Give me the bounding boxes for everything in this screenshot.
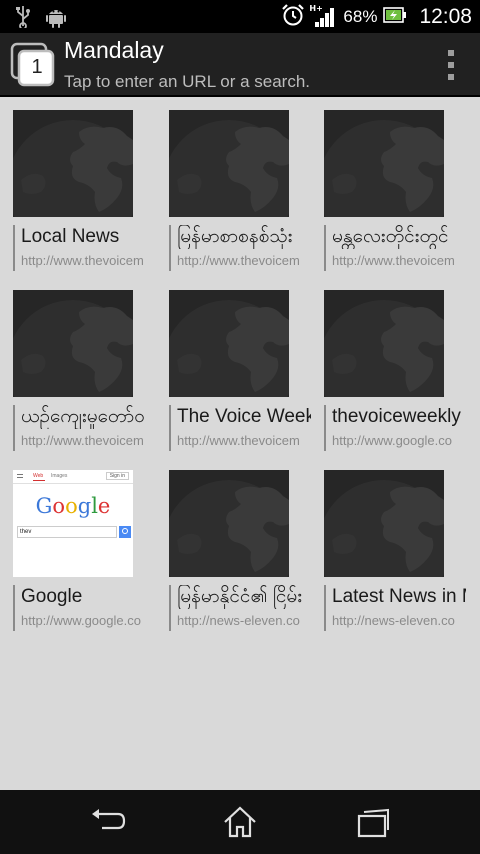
tab-count: 1 xyxy=(31,56,43,78)
bookmark-tile[interactable]: Local News http://www.thevoicem xyxy=(13,98,155,271)
bookmark-title: ယဉ်ကျေးမှုတော်ဝ xyxy=(21,406,145,427)
globe-icon xyxy=(169,300,289,397)
bookmark-url: http://www.thevoicem xyxy=(177,433,300,448)
bookmark-title: မြန်မာနိုင်ငံ၏ ငြိမ်း xyxy=(177,586,303,607)
usb-icon xyxy=(16,6,30,32)
google-logo: Google xyxy=(35,494,111,518)
bookmark-tile[interactable]: thevoiceweekly http://www.google.co xyxy=(324,278,466,451)
globe-icon xyxy=(324,300,444,397)
bookmark-url: http://www.thevoicem xyxy=(21,433,144,448)
recent-apps-button[interactable] xyxy=(354,804,394,840)
back-icon xyxy=(92,809,126,830)
google-tab-images: Images xyxy=(51,473,68,479)
status-bar: H+ 68% 12:08 xyxy=(0,0,480,33)
bookmark-grid: Local News http://www.thevoicem မြန်မာစာ… xyxy=(0,98,480,790)
clock: 12:08 xyxy=(419,5,472,28)
alarm-icon xyxy=(281,3,305,31)
globe-thumbnail xyxy=(169,290,289,397)
title-bar: 1 Mandalay Tap to enter an URL or a sear… xyxy=(0,33,480,97)
globe-thumbnail xyxy=(13,290,133,397)
bookmark-tile[interactable]: ယဉ်ကျေးမှုတော်ဝ http://www.thevoicem xyxy=(13,278,155,451)
google-sign-in: Sign in xyxy=(105,472,129,480)
bookmark-url: http://www.thevoicem xyxy=(21,253,144,268)
globe-thumbnail xyxy=(169,110,289,217)
bookmark-title: Local News xyxy=(21,226,120,247)
menu-icon xyxy=(17,474,23,478)
battery-icon xyxy=(383,7,407,27)
dot-icon xyxy=(448,62,454,68)
globe-thumbnail xyxy=(324,470,444,577)
recent-apps-icon xyxy=(357,808,389,838)
globe-icon xyxy=(324,120,444,217)
bookmark-url: http://news-eleven.co xyxy=(177,613,300,628)
signal-icon: H+ xyxy=(309,4,337,29)
home-icon xyxy=(224,806,256,838)
google-thumbnail: Web Images Sign in Google thev xyxy=(13,470,133,577)
bookmark-title: thevoiceweekly xyxy=(332,406,461,427)
google-tab-web: Web xyxy=(33,473,46,481)
bookmark-url: http://www.thevoicem xyxy=(332,253,455,268)
globe-thumbnail xyxy=(13,110,133,217)
bookmark-url: http://www.google.co xyxy=(21,613,141,628)
bookmark-tile[interactable]: မန္တလေးတိုင်းတွင် http://www.thevoicem xyxy=(324,98,466,271)
dot-icon xyxy=(448,74,454,80)
overflow-menu-button[interactable] xyxy=(444,50,458,80)
globe-icon xyxy=(13,120,133,217)
bookmark-url: http://www.thevoicem xyxy=(177,253,300,268)
globe-icon xyxy=(13,300,133,397)
bookmark-url: http://news-eleven.co xyxy=(332,613,455,628)
back-button[interactable] xyxy=(88,804,128,840)
tab-switcher-button[interactable]: 1 xyxy=(10,42,56,88)
google-search-box: thev xyxy=(17,526,117,538)
bookmark-tile[interactable]: Latest News in M http://news-eleven.co xyxy=(324,458,466,631)
android-debug-icon xyxy=(46,6,66,32)
bookmark-title: မန္တလေးတိုင်းတွင် xyxy=(332,226,449,247)
bookmark-tile[interactable]: မြန်မာစာစနစ်သုံး http://www.thevoicem xyxy=(169,98,311,271)
bookmark-tile[interactable]: The Voice Week http://www.thevoicem xyxy=(169,278,311,451)
navigation-bar xyxy=(0,790,480,854)
home-button[interactable] xyxy=(220,804,260,840)
url-hint[interactable]: Tap to enter an URL or a search. xyxy=(64,72,310,92)
bookmark-tile[interactable]: မြန်မာနိုင်ငံ၏ ငြိမ်း http://news-eleven… xyxy=(169,458,311,631)
dot-icon xyxy=(448,50,454,56)
page-title[interactable]: Mandalay xyxy=(64,37,164,64)
bookmark-title: မြန်မာစာစနစ်သုံး xyxy=(177,226,293,247)
bookmark-title: Latest News in M xyxy=(332,586,466,607)
bookmark-title: The Voice Week xyxy=(177,406,311,427)
bookmark-title: Google xyxy=(21,586,83,607)
battery-percent: 68% xyxy=(343,7,378,26)
globe-thumbnail xyxy=(324,290,444,397)
globe-icon xyxy=(324,480,444,577)
search-icon xyxy=(119,526,131,538)
globe-icon xyxy=(169,480,289,577)
globe-thumbnail xyxy=(324,110,444,217)
bookmark-tile[interactable]: Web Images Sign in Google thev Google ht… xyxy=(13,458,155,631)
bookmark-url: http://www.google.co xyxy=(332,433,452,448)
globe-icon xyxy=(169,120,289,217)
globe-thumbnail xyxy=(169,470,289,577)
